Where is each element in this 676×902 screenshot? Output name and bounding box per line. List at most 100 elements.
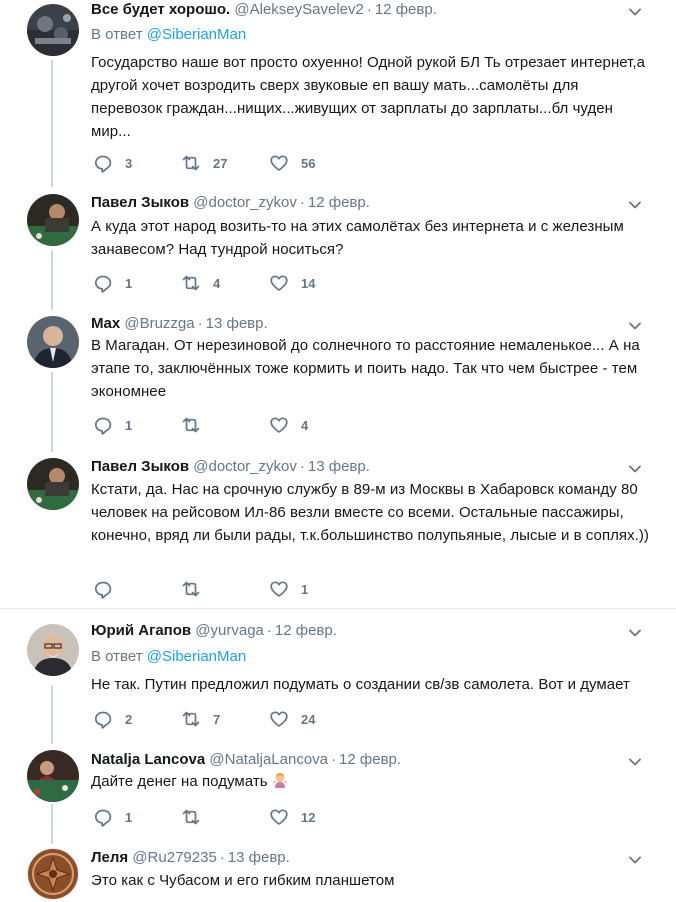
heart-icon [270,275,288,291]
tweet-actions: 1 4 [93,414,357,436]
tweet-header: Все будет хорошо. @AlekseySavelev2 · 12 фе… [91,0,437,20]
avatar[interactable] [27,750,79,802]
tweet-header: Павел Зыков @doctor_zykov · 12 февр. [91,193,370,213]
separator-dot: · [219,849,225,866]
retweet-button[interactable] [181,415,269,435]
thread-line [51,250,53,310]
retweet-button[interactable]: 7 [181,709,269,729]
separator-dot: · [197,315,203,332]
tweet-text: Дайте денег на подумать [91,773,268,790]
retweet-icon [182,417,200,433]
retweet-button[interactable]: 27 [181,153,269,173]
avatar[interactable] [27,624,79,676]
tweet-header: Юрий Агапов @yurvaga · 12 февр. [91,621,337,641]
avatar[interactable] [27,194,79,246]
chevron-down-icon[interactable] [628,462,642,476]
like-button[interactable]: 1 [269,579,357,599]
heart-icon [270,155,288,171]
reply-to-link[interactable]: @SiberianMan [147,648,246,665]
tweet-text: В Магадан. От нерезиновой до солнечного … [91,337,640,400]
chevron-down-icon[interactable] [628,755,642,769]
separator-dot: · [331,751,337,768]
chevron-down-icon[interactable] [628,626,642,640]
tweet-actions: 3 27 56 [93,152,357,174]
reply-button[interactable]: 3 [93,153,181,173]
like-count: 14 [301,275,316,291]
heart-icon [270,581,288,597]
avatar[interactable] [27,4,79,56]
reply-count: 1 [125,417,133,433]
author-handle[interactable]: @yurvaga [195,622,264,639]
tweet-date[interactable]: 13 февр. [206,315,268,332]
reply-count: 1 [125,809,133,825]
reply-icon [94,155,112,173]
like-button[interactable]: 12 [269,807,357,827]
tweet-header: Павел Зыков @doctor_zykov · 13 февр. [91,457,370,477]
separator-dot: · [266,622,272,639]
author-name[interactable]: Все будет хорошо. [91,1,230,18]
tweet-date[interactable]: 12 февр. [275,622,337,639]
tweet-text-container: Дайте денег на подумать [91,770,651,793]
author-handle[interactable]: @Ru279235 [132,849,216,866]
reply-button[interactable]: 1 [93,807,181,827]
author-handle[interactable]: @AlekseySavelev2 [234,1,363,18]
author-name[interactable]: Max [91,315,120,332]
tweet-actions: 1 4 14 [93,272,357,294]
chevron-down-icon[interactable] [628,853,642,867]
separator-dot: · [299,458,305,475]
reply-button[interactable]: 1 [93,415,181,435]
tweet-header: Max @Bruzzga · 13 февр. [91,314,268,334]
retweet-icon [182,711,200,727]
retweet-button[interactable]: 4 [181,273,269,293]
retweet-button[interactable] [181,807,269,827]
tweet-date[interactable]: 13 февр. [228,849,290,866]
chevron-down-icon[interactable] [628,5,642,19]
author-name[interactable]: Павел Зыков [91,458,189,475]
like-button[interactable]: 4 [269,415,357,435]
like-count: 24 [301,711,316,727]
retweet-icon [182,581,200,597]
chevron-down-icon[interactable] [628,198,642,212]
author-name[interactable]: Natalja Lancova [91,751,205,768]
reply-button[interactable]: 2 [93,709,181,729]
author-name[interactable]: Леля [91,849,128,866]
chevron-down-icon[interactable] [628,319,642,333]
reply-button[interactable] [93,579,181,599]
thread-line [51,60,53,187]
author-name[interactable]: Павел Зыков [91,194,189,211]
like-button[interactable]: 56 [269,153,357,173]
tweet-actions: 1 [93,578,357,600]
reply-context: В ответ @SiberianMan [91,25,246,45]
author-handle[interactable]: @doctor_zykov [193,194,297,211]
avatar[interactable] [27,458,79,510]
separator-dot: · [366,1,372,18]
tweet-header: Леля @Ru279235 · 13 февр. [91,848,290,868]
tweet-date[interactable]: 12 февр. [375,1,437,18]
reply-count: 3 [125,155,133,171]
reply-button[interactable]: 1 [93,273,181,293]
avatar[interactable] [27,848,79,900]
reply-icon [94,417,112,435]
author-handle[interactable]: @doctor_zykov [193,458,297,475]
reply-icon [94,809,112,827]
retweet-button[interactable] [181,579,269,599]
tweet-date[interactable]: 12 февр. [308,194,370,211]
reply-icon [94,581,112,599]
like-button[interactable]: 24 [269,709,357,729]
tweet-date[interactable]: 12 февр. [339,751,401,768]
retweet-count: 27 [213,155,228,171]
like-button[interactable]: 14 [269,273,357,293]
author-name[interactable]: Юрий Агапов [91,622,191,639]
reply-prefix: В ответ [91,26,143,43]
tweet-actions: 2 7 24 [93,708,357,730]
avatar[interactable] [27,316,79,368]
separator-dot: · [299,194,305,211]
tweet-date[interactable]: 13 февр. [308,458,370,475]
reply-context: В ответ @SiberianMan [91,647,246,667]
author-handle[interactable]: @Bruzzga [124,315,194,332]
author-handle[interactable]: @NataljaLancova [209,751,328,768]
reply-count: 2 [125,711,133,727]
reply-to-link[interactable]: @SiberianMan [147,26,246,43]
heart-icon [270,809,288,825]
thread-line [51,372,53,452]
